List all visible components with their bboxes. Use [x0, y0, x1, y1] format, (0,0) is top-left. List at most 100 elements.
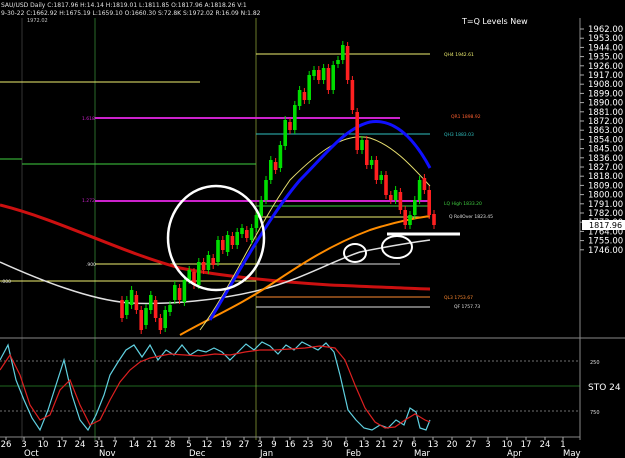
month-label: Dec: [189, 449, 206, 458]
candle-up: [336, 60, 340, 64]
candle-down: [350, 80, 355, 110]
candle-down: [365, 140, 369, 165]
date-tick-label: 28: [165, 440, 176, 450]
date-tick-label: 27: [393, 440, 404, 450]
candle-up: [187, 270, 191, 280]
candle-up: [393, 190, 398, 200]
date-tick-label: 10: [38, 440, 49, 450]
candle-up: [182, 280, 187, 302]
candle-down: [422, 178, 427, 190]
candle-up: [331, 65, 335, 90]
candle-up: [149, 295, 153, 310]
date-tick-label: 19: [221, 440, 232, 450]
candle-up: [235, 232, 239, 245]
candle-up: [206, 255, 211, 270]
candle-down: [317, 70, 321, 80]
date-tick-label: 3: [485, 440, 490, 450]
candle-down: [245, 230, 249, 238]
month-label: Apr: [507, 449, 522, 458]
candle-up: [254, 215, 259, 228]
candle-down: [427, 190, 431, 215]
candle-up: [269, 160, 273, 180]
fib-900-label: .900: [86, 262, 96, 268]
candle-up: [264, 180, 268, 200]
osc-level-low-label: 750: [590, 410, 600, 416]
current-price-label: 1817.96: [589, 221, 622, 230]
candle-down: [153, 300, 158, 318]
candle-up: [360, 140, 364, 150]
candle-down: [158, 318, 163, 330]
candle-down: [211, 258, 215, 265]
level-qr1-label: QR1 1898.92: [451, 114, 481, 120]
candle-up: [379, 175, 383, 180]
level-qf-label: QF 1757.73: [454, 304, 480, 310]
level-qh4-label: QH4 1942.61: [444, 52, 474, 58]
candle-down: [326, 68, 331, 90]
candle-up: [144, 308, 148, 325]
date-tick-label: 21: [376, 440, 387, 450]
candle-up: [197, 262, 201, 285]
date-tick-label: 17: [57, 440, 68, 450]
candle-up: [321, 68, 326, 80]
candle-up: [283, 120, 287, 146]
candle-down: [302, 92, 307, 100]
osc-label: STO 24: [588, 383, 621, 393]
month-label: Jan: [259, 449, 273, 458]
chart-tag: 1972.02: [27, 18, 48, 24]
candle-up: [168, 305, 172, 312]
month-label: May: [563, 449, 581, 458]
quote-subheader: 9-30-22 C:1662.92 H:1675.19 L:1659.10 O:…: [1, 10, 261, 17]
candle-up: [173, 285, 177, 300]
candle-down: [355, 112, 359, 150]
level-qh3-label: QH3 1883.03: [444, 132, 474, 138]
quote-header: SAU/USD Daily C:1817.96 H:14.14 H:1819.0…: [1, 2, 247, 9]
date-tick-label: 21: [147, 440, 158, 450]
candle-down: [403, 210, 407, 225]
month-label: Oct: [24, 449, 39, 458]
date-tick-label: 24: [75, 440, 86, 450]
candle-down: [398, 192, 403, 210]
candle-down: [177, 288, 182, 300]
candle-down: [374, 160, 379, 180]
candle-up: [341, 45, 345, 60]
candle-up: [297, 90, 302, 106]
date-tick-label: 20: [447, 440, 458, 450]
candle-down: [384, 175, 388, 195]
candle-up: [129, 290, 134, 305]
chart-title: T=Q Levels New: [461, 17, 528, 26]
candle-down: [120, 300, 124, 318]
date-tick-label: 27: [239, 440, 250, 450]
month-label: Nov: [99, 449, 116, 458]
month-label: Feb: [346, 449, 361, 458]
osc-level-high-label: 250: [590, 360, 600, 366]
candle-up: [312, 70, 316, 76]
date-tick-label: 14: [129, 440, 140, 450]
candle-up: [216, 240, 220, 262]
date-tick-label: 24: [540, 440, 551, 450]
candle-down: [288, 122, 292, 130]
fib-1618-label: 1.618: [82, 116, 95, 122]
candle-down: [432, 214, 436, 225]
candle-down: [345, 46, 350, 80]
candle-up: [293, 105, 297, 130]
candle-down: [273, 162, 278, 170]
fib-1272-label: 1.272: [82, 198, 95, 204]
date-tick-label: 17: [521, 440, 532, 450]
candle-up: [163, 310, 167, 328]
candle-up: [225, 235, 230, 252]
date-tick-label: 16: [285, 440, 296, 450]
candle-down: [201, 262, 206, 270]
candle-down: [389, 195, 393, 200]
date-tick-label: 27: [466, 440, 477, 450]
trading-chart[interactable]: SAU/USD Daily C:1817.96 H:14.14 H:1819.0…: [0, 0, 625, 458]
candle-up: [369, 160, 374, 165]
level-rollover-label: Q RollOver 1823.45: [449, 214, 493, 220]
candle-up: [413, 200, 417, 215]
date-tick-label: 30: [322, 440, 333, 450]
month-label: Mar: [414, 449, 431, 458]
candle-down: [139, 310, 143, 330]
candle-down: [230, 236, 235, 245]
level-lq-high-label: LQ High 1833.20: [444, 201, 482, 207]
candle-up: [125, 300, 129, 315]
candle-up: [259, 200, 263, 216]
